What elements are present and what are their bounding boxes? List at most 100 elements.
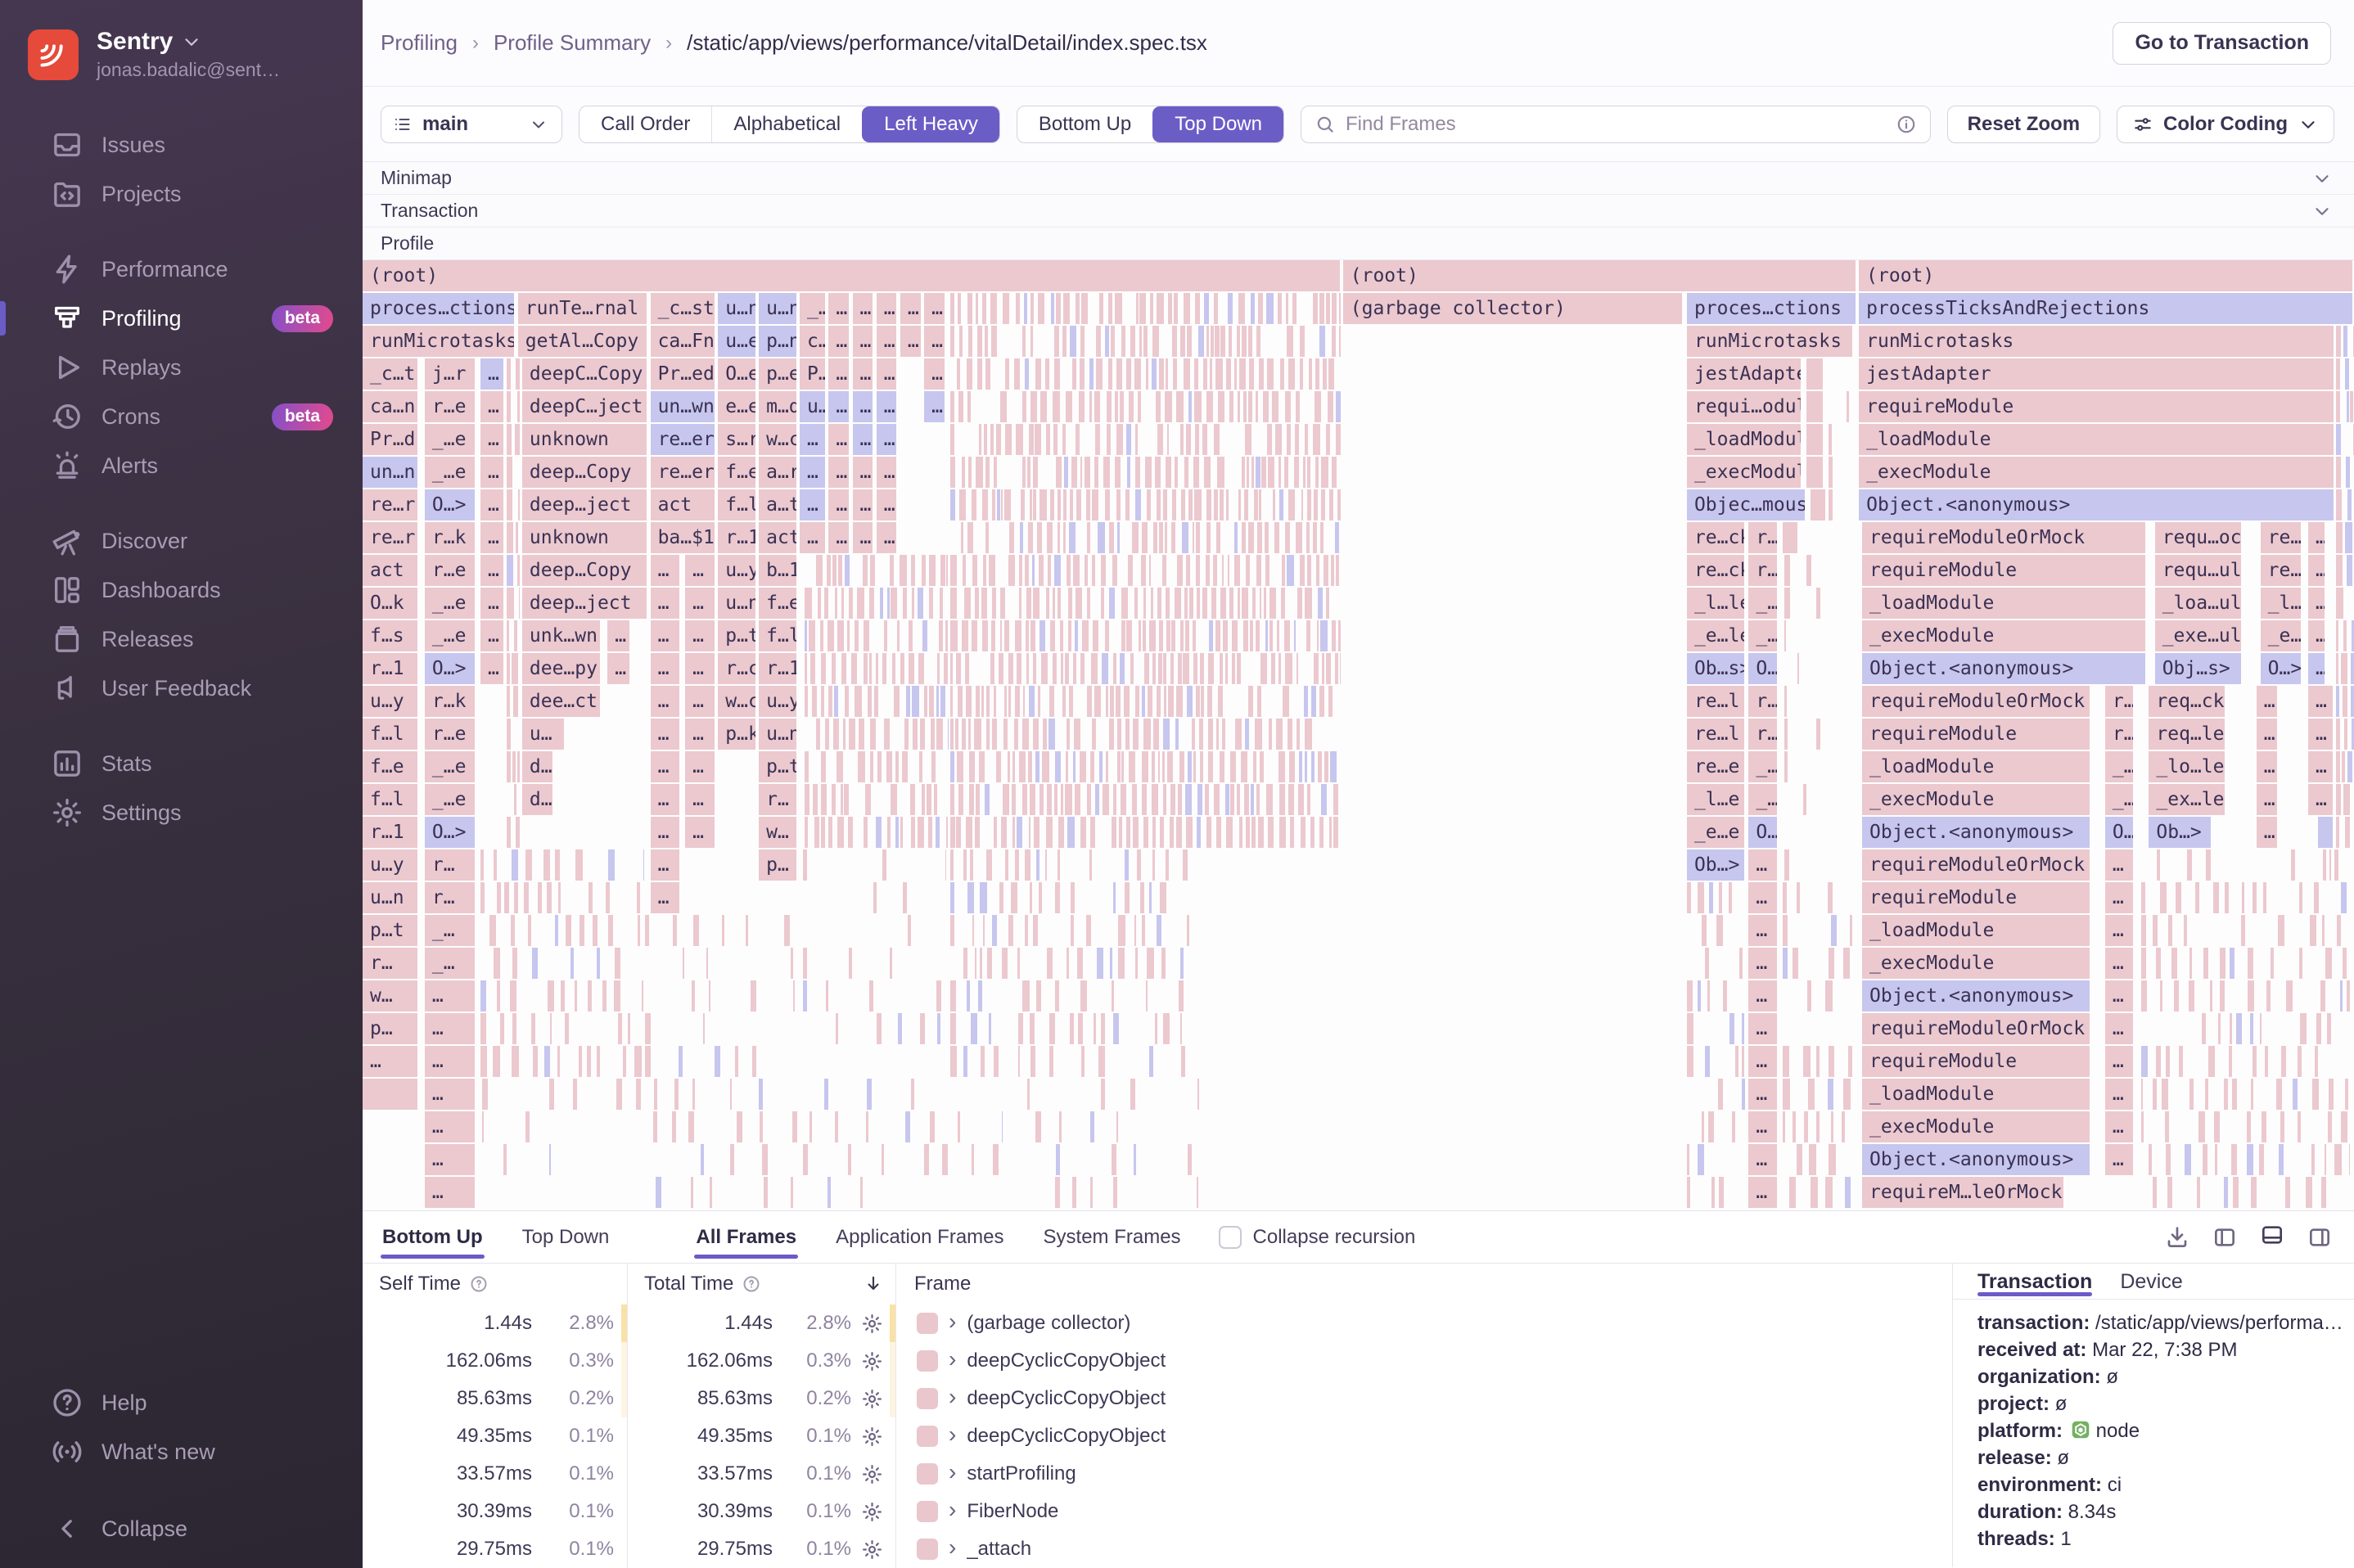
flame-frame[interactable]: … xyxy=(2105,849,2133,881)
expand-chevron-icon[interactable]: › xyxy=(949,1537,956,1558)
flame-frame[interactable]: … xyxy=(1748,948,1776,979)
flame-frame[interactable]: r… xyxy=(1748,719,1776,750)
flame-frame[interactable]: r…c xyxy=(718,653,755,684)
flame-frame[interactable]: p… xyxy=(759,849,796,881)
flame-frame[interactable]: p…t xyxy=(718,620,755,651)
flame-frame[interactable]: a…t xyxy=(759,489,796,520)
flame-frame[interactable] xyxy=(1806,424,1823,455)
flame-frame[interactable]: re…er xyxy=(651,457,715,488)
flame-frame[interactable]: Pr…d xyxy=(363,424,417,455)
sort-option-call-order[interactable]: Call Order xyxy=(579,106,711,142)
flame-frame[interactable]: p…t xyxy=(759,751,796,782)
flame-frame[interactable]: requ…ock xyxy=(2155,522,2241,553)
flame-frame[interactable]: … xyxy=(2308,751,2333,782)
flame-frame[interactable]: re…er xyxy=(651,424,715,455)
flame-frame[interactable]: … xyxy=(480,489,503,520)
flame-frame[interactable]: _l…le xyxy=(1687,588,1744,619)
flame-frame[interactable]: _loadModule xyxy=(1862,1079,2090,1110)
sidebar-item-profiling[interactable]: Profilingbeta xyxy=(0,294,363,343)
flame-frame[interactable]: … xyxy=(828,391,849,422)
flame-frame[interactable]: r… xyxy=(2105,686,2133,717)
sort-option-alphabetical[interactable]: Alphabetical xyxy=(711,106,862,142)
flame-frame[interactable]: O…> xyxy=(425,489,475,520)
flame-frame[interactable]: … xyxy=(924,358,945,390)
flame-frame[interactable]: r… xyxy=(425,882,475,913)
flame-frame[interactable]: … xyxy=(480,522,503,553)
cell-frame[interactable]: ›deepCyclicCopyObject xyxy=(896,1342,1952,1380)
flame-frame[interactable]: … xyxy=(2105,980,2133,1012)
flame-frame[interactable]: r…1 xyxy=(718,522,755,553)
flame-frame[interactable]: e…e xyxy=(718,391,755,422)
flame-frame[interactable]: _exe…ule xyxy=(2155,620,2241,651)
flame-frame[interactable]: _loa…ule xyxy=(2155,588,2241,619)
flame-frame[interactable]: … xyxy=(2308,784,2333,815)
flame-frame[interactable]: … xyxy=(480,457,503,488)
flame-frame[interactable]: deep…ject xyxy=(522,588,647,619)
flame-frame[interactable]: _execModule xyxy=(1862,784,2090,815)
flame-frame[interactable]: u…y xyxy=(718,555,755,586)
flame-frame[interactable]: unk…wn xyxy=(522,620,600,651)
flame-frame[interactable]: _… xyxy=(2105,751,2133,782)
flame-frame[interactable] xyxy=(2318,817,2333,848)
flame-frame[interactable]: … xyxy=(685,620,715,651)
flame-frame[interactable]: requireModule xyxy=(1859,391,2333,422)
flame-frame[interactable]: r…k xyxy=(425,522,475,553)
flame-frame[interactable]: requireModule xyxy=(1862,882,2090,913)
flame-frame[interactable]: … xyxy=(2105,1079,2133,1110)
breadcrumb-item[interactable]: Profiling xyxy=(381,30,458,56)
flame-frame[interactable]: … xyxy=(480,424,503,455)
flame-frame[interactable]: … xyxy=(2257,719,2277,750)
flamegraph[interactable]: (root)(root)(root)proces…ctionsrunTe…rna… xyxy=(363,260,2354,1211)
chevron-down-icon[interactable] xyxy=(2311,201,2333,222)
flame-frame[interactable]: … xyxy=(2308,522,2325,553)
collapse-recursion-checkbox[interactable] xyxy=(1219,1226,1242,1249)
flame-frame[interactable]: … xyxy=(1748,1144,1776,1175)
flame-frame[interactable]: Ob…s> xyxy=(1687,653,1744,684)
flame-frame[interactable]: … xyxy=(828,358,849,390)
reset-zoom-button[interactable]: Reset Zoom xyxy=(1947,106,2100,143)
flame-frame[interactable]: jestAdapter xyxy=(1687,358,1801,390)
flame-frame[interactable]: Object.<anonymous> xyxy=(1862,653,2145,684)
breadcrumb-item[interactable]: Profile Summary xyxy=(494,30,651,56)
section-strip-minimap[interactable]: Minimap xyxy=(363,162,2354,195)
flame-frame[interactable]: … xyxy=(2105,1111,2133,1142)
flame-frame[interactable]: … xyxy=(828,489,849,520)
flame-frame[interactable]: _…e xyxy=(425,620,475,651)
flame-frame[interactable]: r…1 xyxy=(759,653,796,684)
flame-frame[interactable]: ca…Fn xyxy=(651,326,715,357)
flame-frame[interactable]: w… xyxy=(759,817,796,848)
sidebar-item-dashboards[interactable]: Dashboards xyxy=(0,565,363,615)
flame-frame[interactable]: … xyxy=(828,424,849,455)
flame-frame[interactable]: … xyxy=(363,1046,417,1077)
flame-frame[interactable]: … xyxy=(877,457,897,488)
flame-frame[interactable]: (root) xyxy=(363,260,1340,291)
flame-frame[interactable]: … xyxy=(480,653,503,684)
flame-frame[interactable]: re…ck xyxy=(1687,522,1744,553)
flame-frame[interactable]: f…e xyxy=(363,751,417,782)
flame-frame[interactable]: … xyxy=(853,326,873,357)
flame-frame[interactable]: _ex…le xyxy=(2149,784,2225,815)
sort-option-left-heavy[interactable]: Left Heavy xyxy=(862,106,999,142)
frame-settings-gear[interactable] xyxy=(851,1388,892,1410)
flame-frame[interactable]: f…e xyxy=(759,588,796,619)
tab-all-frames[interactable]: All Frames xyxy=(694,1211,798,1264)
flame-frame[interactable]: _… xyxy=(425,948,475,979)
flame-frame[interactable]: p… xyxy=(363,1013,417,1044)
flame-frame[interactable]: … xyxy=(853,358,873,390)
flame-frame[interactable]: O…k xyxy=(363,588,417,619)
flame-frame[interactable]: … xyxy=(685,588,715,619)
flame-frame[interactable]: … xyxy=(800,489,825,520)
flame-frame[interactable]: requireModule xyxy=(1862,555,2145,586)
flame-frame[interactable]: … xyxy=(2105,948,2133,979)
flame-frame[interactable]: p…k xyxy=(718,719,755,750)
flame-frame[interactable]: … xyxy=(1748,1111,1776,1142)
flame-frame[interactable]: … xyxy=(651,882,680,913)
flame-frame[interactable]: … xyxy=(877,326,897,357)
sidebar-item-help[interactable]: Help xyxy=(0,1378,363,1427)
flame-frame[interactable]: r…e xyxy=(425,719,475,750)
flame-frame[interactable]: … xyxy=(651,751,680,782)
flame-frame[interactable]: w…c xyxy=(759,424,796,455)
direction-option-top-down[interactable]: Top Down xyxy=(1152,106,1283,142)
frame-settings-gear[interactable] xyxy=(851,1426,892,1448)
flame-frame[interactable]: _… xyxy=(1748,784,1776,815)
